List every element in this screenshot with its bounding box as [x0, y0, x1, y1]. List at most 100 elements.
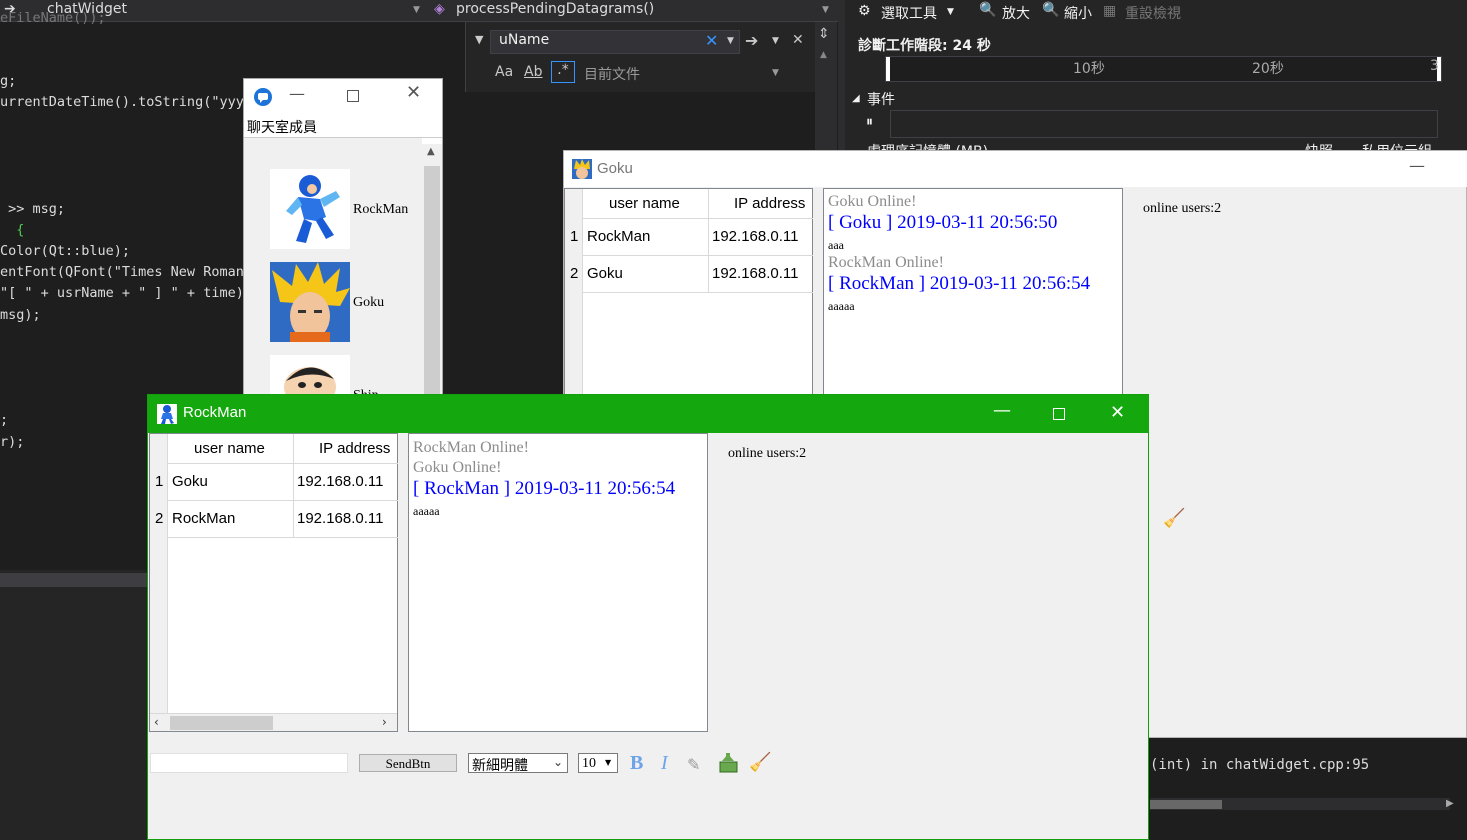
output-panel: [1148, 738, 1467, 840]
rockman-window-titlebar[interactable]: RockMan — ✕: [148, 395, 1149, 433]
table-cell-ip[interactable]: 192.168.0.11: [712, 228, 798, 245]
minimize-button[interactable]: —: [1409, 156, 1425, 175]
regex-option[interactable]: .*: [551, 61, 575, 83]
goku-window-titlebar[interactable]: Goku —: [564, 151, 1467, 187]
underline-eraser-icon[interactable]: ✎: [687, 755, 700, 774]
scroll-right-icon[interactable]: ›: [382, 715, 387, 729]
find-next-icon[interactable]: ➔: [745, 31, 758, 50]
scroll-right-icon[interactable]: ▶: [1446, 798, 1454, 809]
save-download-icon[interactable]: [718, 752, 739, 773]
split-icon[interactable]: ⇕: [818, 26, 830, 42]
expand-replace-icon[interactable]: ▼: [475, 33, 483, 46]
close-button[interactable]: ✕: [406, 82, 421, 103]
scroll-up-icon[interactable]: ▲: [427, 146, 435, 157]
reset-view-button[interactable]: 重設檢視: [1125, 3, 1181, 23]
user-table[interactable]: user name IP address 1 Goku 192.168.0.11…: [149, 433, 398, 732]
search-scope[interactable]: 目前文件: [584, 64, 640, 84]
avatar-goku[interactable]: [270, 262, 350, 342]
message-header: [ RockMan ] 2019-03-11 20:56:54: [413, 478, 676, 499]
output-scrollbar[interactable]: [1150, 798, 1450, 810]
scroll-up-icon[interactable]: ▲: [820, 50, 827, 60]
code-line: Color(Qt::blue);: [0, 243, 131, 259]
zoom-in-button[interactable]: 放大: [1002, 3, 1030, 23]
code-line: {: [0, 222, 25, 238]
goku-image: [270, 262, 350, 342]
history-dropdown-icon[interactable]: ▼: [727, 36, 734, 46]
row-divider: [168, 500, 398, 501]
table-cell-user[interactable]: RockMan: [172, 510, 235, 527]
select-tool-button[interactable]: 選取工具: [881, 3, 937, 23]
chat-browser[interactable]: Goku Online! [ Goku ] 2019-03-11 20:56:5…: [823, 188, 1123, 398]
scroll-left-icon[interactable]: ‹: [154, 715, 159, 729]
col-header-ip[interactable]: IP address: [319, 440, 390, 457]
col-header-user[interactable]: user name: [194, 440, 265, 457]
row-number: 2: [155, 510, 164, 527]
zoom-out-icon[interactable]: 🔍: [1042, 2, 1059, 18]
user-table[interactable]: user name IP address 1 RockMan 192.168.0…: [564, 188, 813, 399]
scroll-thumb[interactable]: [424, 166, 440, 400]
row-number: 1: [155, 473, 164, 490]
clear-icon[interactable]: ✕: [705, 31, 718, 50]
table-cell-ip[interactable]: 192.168.0.11: [297, 473, 383, 490]
member-list-scrollbar[interactable]: ▲: [422, 144, 442, 400]
table-cell-ip[interactable]: 192.168.0.11: [712, 265, 798, 282]
send-button[interactable]: SendBtn: [359, 754, 457, 772]
message-input[interactable]: [150, 753, 348, 773]
close-icon[interactable]: ✕: [792, 32, 804, 48]
close-button[interactable]: ✕: [1110, 402, 1125, 423]
avatar-rockman[interactable]: [270, 169, 350, 249]
message-body: aaaaa: [828, 299, 855, 313]
window-title: RockMan: [183, 404, 247, 421]
panel-splitter[interactable]: [838, 0, 845, 152]
maximize-button[interactable]: [347, 90, 359, 102]
font-size-select[interactable]: 10 ▼: [578, 753, 618, 773]
member-list[interactable]: RockMan Goku Shin: [244, 138, 422, 400]
timeline-ruler[interactable]: [885, 56, 1442, 82]
scroll-thumb[interactable]: [1150, 800, 1222, 809]
match-case-option[interactable]: Aa: [495, 64, 513, 80]
message-body: aaaaa: [413, 504, 440, 518]
clear-brush-icon[interactable]: 🧹: [749, 752, 771, 773]
select-tool-icon[interactable]: ⚙: [858, 3, 871, 19]
column-divider: [293, 434, 294, 537]
chat-browser[interactable]: RockMan Online! Goku Online! [ RockMan ]…: [408, 433, 708, 732]
horizontal-scrollbar[interactable]: ‹ ›: [150, 713, 397, 731]
timeline-start-marker[interactable]: [886, 57, 890, 81]
code-line: >> msg;: [0, 201, 66, 217]
whole-word-option[interactable]: Ab: [524, 64, 542, 80]
italic-icon[interactable]: I: [661, 752, 668, 775]
events-track[interactable]: [890, 110, 1438, 138]
table-cell-ip[interactable]: 192.168.0.11: [297, 510, 383, 527]
function-dropdown[interactable]: processPendingDatagrams(): [456, 1, 654, 17]
chevron-down-icon[interactable]: ▼: [413, 5, 420, 15]
table-cell-user[interactable]: RockMan: [587, 228, 650, 245]
online-count: online users:2: [1143, 201, 1222, 216]
minimize-button[interactable]: —: [289, 84, 305, 103]
bold-icon[interactable]: B: [630, 752, 643, 775]
chevron-down-icon[interactable]: ▼: [772, 68, 779, 78]
maximize-button[interactable]: [1053, 408, 1065, 420]
font-select[interactable]: 新細明體 ⌄: [468, 753, 568, 774]
online-count: online users:2: [728, 446, 807, 461]
goku-app-icon: [572, 159, 592, 179]
find-query: uName: [499, 32, 550, 48]
chevron-down-icon[interactable]: ▼: [947, 7, 954, 17]
clear-brush-icon[interactable]: 🧹: [1163, 508, 1185, 529]
chevron-down-icon[interactable]: ▼: [772, 36, 779, 46]
minimize-button[interactable]: —: [993, 400, 1011, 421]
zoom-in-icon[interactable]: 🔍: [979, 2, 996, 18]
collapse-icon[interactable]: ◢: [852, 93, 860, 104]
chevron-down-icon[interactable]: ▼: [822, 5, 829, 15]
member-window-titlebar[interactable]: — ✕: [244, 79, 442, 114]
row-divider: [583, 255, 813, 256]
table-cell-user[interactable]: Goku: [172, 473, 208, 490]
system-message: RockMan Online!: [413, 439, 529, 456]
table-cell-user[interactable]: Goku: [587, 265, 623, 282]
pause-icon[interactable]: ⏸: [866, 114, 873, 130]
col-header-user[interactable]: user name: [609, 195, 680, 212]
chevron-down-icon: ▼: [605, 758, 612, 767]
scroll-thumb[interactable]: [170, 716, 273, 730]
system-message: RockMan Online!: [828, 254, 944, 271]
col-header-ip[interactable]: IP address: [734, 195, 805, 212]
zoom-out-button[interactable]: 縮小: [1064, 3, 1092, 23]
